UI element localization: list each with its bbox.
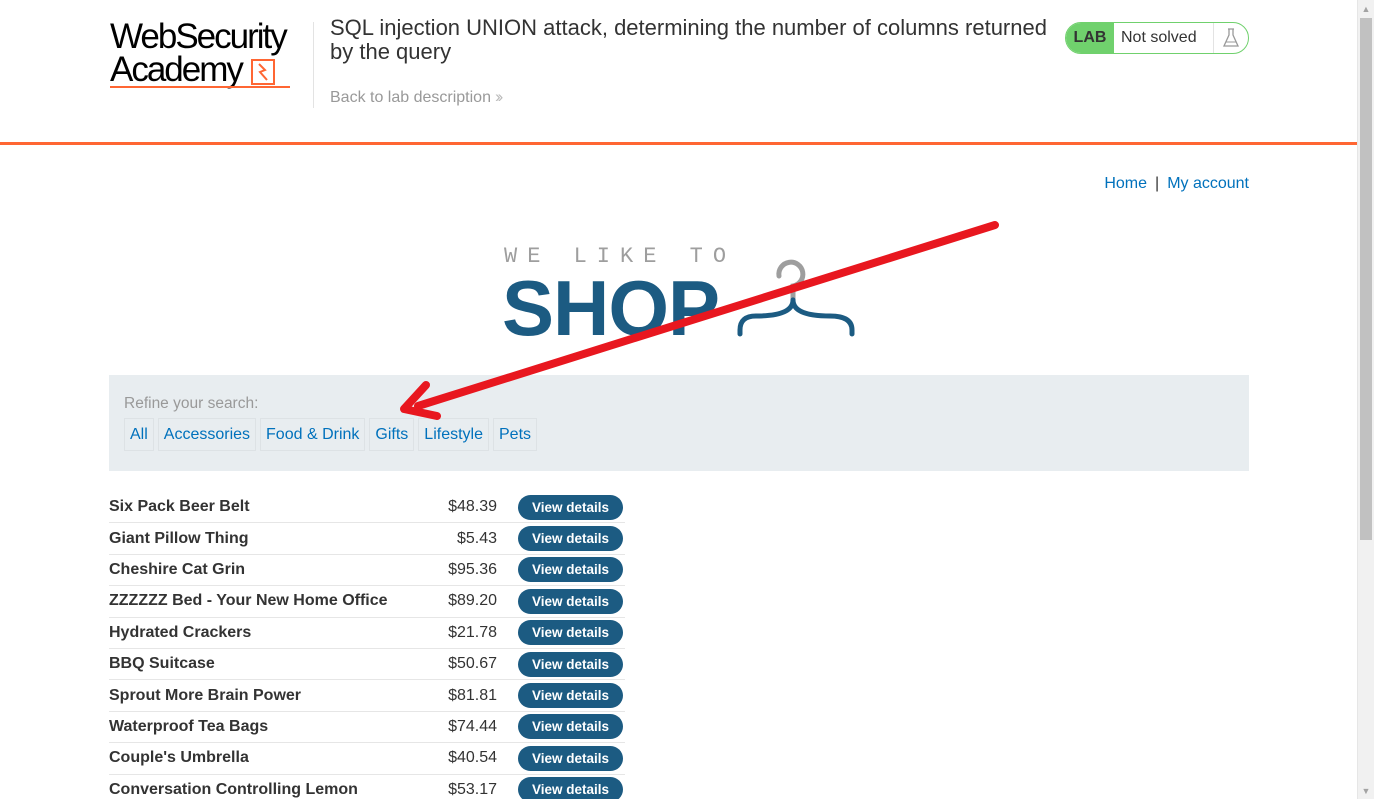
view-details-button[interactable]: View details — [518, 494, 623, 520]
web-security-academy-logo[interactable]: WebSecurity Academy — [110, 17, 310, 94]
view-details-button[interactable]: View details — [518, 651, 623, 677]
product-name: Conversation Controlling Lemon — [109, 780, 358, 798]
filter-title: Refine your search: — [124, 395, 259, 412]
table-row: BBQ Suitcase $50.67 View details — [109, 649, 625, 681]
back-to-lab-description-link[interactable]: Back to lab description ›› — [330, 87, 504, 107]
flask-icon — [1214, 23, 1248, 53]
view-details-button[interactable]: View details — [518, 777, 623, 799]
vertical-scrollbar[interactable]: ▲ ▼ — [1357, 0, 1374, 799]
view-details-button[interactable]: View details — [518, 714, 623, 740]
my-account-link[interactable]: My account — [1167, 175, 1249, 192]
product-name: Six Pack Beer Belt — [109, 498, 250, 516]
category-gifts[interactable]: Gifts — [369, 418, 415, 451]
table-row: Cheshire Cat Grin $95.36 View details — [109, 555, 625, 587]
product-price: $89.20 — [448, 592, 497, 610]
product-price: $50.67 — [448, 655, 497, 673]
product-name: Hydrated Crackers — [109, 623, 252, 641]
table-row: ZZZZZZ Bed - Your New Home Office $89.20… — [109, 586, 625, 618]
academy-header: WebSecurity Academy SQL injection UNION … — [0, 0, 1357, 145]
table-row: Waterproof Tea Bags $74.44 View details — [109, 712, 625, 744]
logo-underline — [110, 86, 290, 88]
header-divider — [313, 22, 314, 108]
scroll-down-arrow-icon[interactable]: ▼ — [1358, 782, 1374, 799]
category-accessories[interactable]: Accessories — [157, 418, 257, 451]
table-row: Giant Pillow Thing $5.43 View details — [109, 523, 625, 555]
logo-text-line2: Academy — [110, 50, 244, 89]
lab-title: SQL injection UNION attack, determining … — [330, 15, 1047, 64]
product-name: Waterproof Tea Bags — [109, 717, 269, 735]
table-row: Couple's Umbrella $40.54 View details — [109, 743, 625, 775]
product-name: Couple's Umbrella — [109, 749, 249, 767]
product-table: Six Pack Beer Belt $48.39 View details G… — [109, 492, 625, 799]
product-price: $95.36 — [448, 560, 497, 578]
view-details-button[interactable]: View details — [518, 588, 623, 614]
product-name: Giant Pillow Thing — [109, 529, 249, 547]
product-name: ZZZZZZ Bed - Your New Home Office — [109, 592, 388, 610]
product-price: $48.39 — [448, 498, 497, 516]
scroll-up-arrow-icon[interactable]: ▲ — [1358, 0, 1374, 17]
top-nav: Home | My account — [1104, 175, 1249, 193]
category-food-drink[interactable]: Food & Drink — [260, 418, 366, 451]
product-name: Cheshire Cat Grin — [109, 560, 246, 578]
clothes-hanger-icon — [737, 259, 855, 337]
product-price: $53.17 — [448, 780, 497, 798]
lab-status-text: Not solved — [1114, 23, 1214, 53]
product-name: BBQ Suitcase — [109, 655, 215, 673]
product-price: $21.78 — [448, 623, 497, 641]
double-chevron-right-icon: ›› — [494, 87, 504, 106]
product-price: $5.43 — [456, 529, 497, 547]
view-details-button[interactable]: View details — [518, 620, 623, 646]
category-filter: Refine your search: All Accessories Food… — [109, 375, 1249, 471]
logo-text-line1: WebSecurity — [110, 17, 288, 56]
category-lifestyle[interactable]: Lifestyle — [418, 418, 489, 451]
view-details-button[interactable]: View details — [518, 683, 623, 709]
category-filter-buttons: All Accessories Food & Drink Gifts Lifes… — [124, 418, 538, 451]
shop-banner-logo: WE LIKE TO SHOP — [502, 242, 862, 348]
view-details-button[interactable]: View details — [518, 557, 623, 583]
nav-separator: | — [1155, 175, 1160, 192]
scroll-thumb[interactable] — [1360, 18, 1372, 540]
product-name: Sprout More Brain Power — [109, 686, 302, 704]
lab-badge: LAB — [1066, 23, 1114, 53]
table-row: Sprout More Brain Power $81.81 View deta… — [109, 680, 625, 712]
table-row: Conversation Controlling Lemon $53.17 Vi… — [109, 775, 625, 799]
home-link[interactable]: Home — [1104, 175, 1147, 192]
view-details-button[interactable]: View details — [518, 745, 623, 771]
category-all[interactable]: All — [124, 418, 154, 451]
view-details-button[interactable]: View details — [518, 526, 623, 552]
category-pets[interactable]: Pets — [493, 418, 538, 451]
product-price: $74.44 — [448, 717, 497, 735]
back-link-label: Back to lab description — [330, 89, 491, 106]
product-price: $40.54 — [448, 749, 497, 767]
table-row: Six Pack Beer Belt $48.39 View details — [109, 492, 625, 524]
table-row: Hydrated Crackers $21.78 View details — [109, 618, 625, 649]
product-price: $81.81 — [448, 686, 497, 704]
banner-shop-text: SHOP — [502, 264, 720, 352]
lab-status-widget: LAB Not solved — [1065, 22, 1249, 54]
